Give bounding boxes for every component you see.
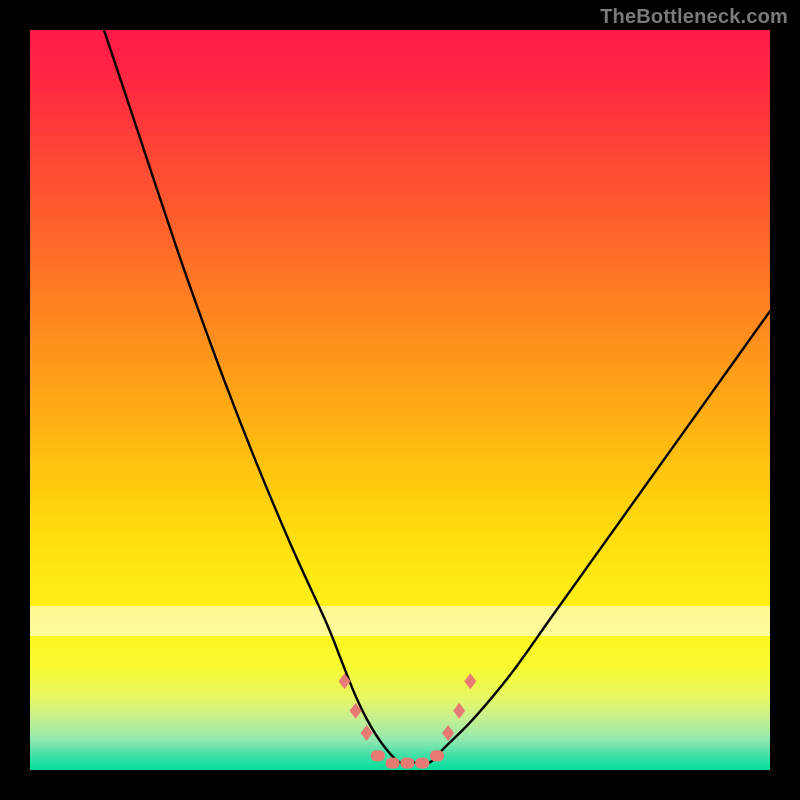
marker-bar [386, 758, 400, 769]
marker-bar [430, 750, 444, 761]
watermark-text: TheBottleneck.com [600, 6, 788, 29]
curve-markers [339, 673, 477, 768]
marker-diamond [464, 673, 476, 689]
marker-bar [415, 758, 429, 769]
marker-bar [400, 758, 414, 769]
curve-layer [30, 30, 770, 770]
marker-diamond [453, 703, 465, 719]
marker-bar [371, 750, 385, 761]
chart-frame: TheBottleneck.com [0, 0, 800, 800]
plot-area [30, 30, 770, 770]
bottleneck-curve [104, 30, 770, 764]
marker-diamond [339, 673, 351, 689]
